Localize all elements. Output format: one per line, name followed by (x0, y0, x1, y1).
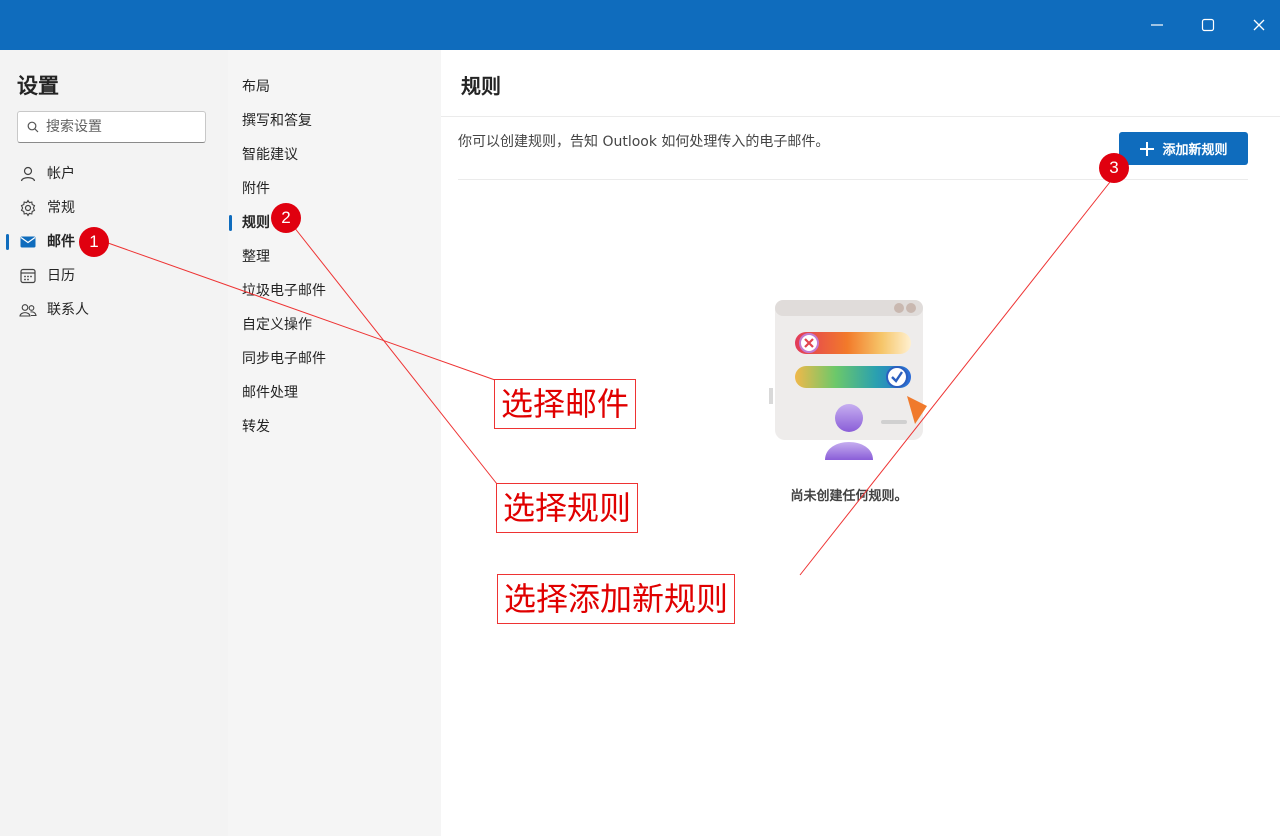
add-new-rule-button[interactable]: 添加新规则 (1119, 132, 1248, 165)
section-label: 规则 (242, 215, 270, 231)
category-account[interactable]: 帐户 (0, 158, 228, 188)
title-bar (0, 0, 1280, 50)
rules-description: 你可以创建规则，告知 Outlook 如何处理传入的电子邮件。 (458, 134, 830, 150)
callout-select-rules: 选择规则 (496, 483, 639, 533)
category-general[interactable]: 常规 (0, 192, 228, 222)
minimize-button[interactable] (1132, 0, 1182, 50)
settings-search-box[interactable] (17, 111, 206, 143)
step-marker-3: 3 (1099, 153, 1129, 183)
callout-select-add-rule: 选择添加新规则 (497, 574, 736, 624)
selection-indicator (229, 215, 232, 231)
page-title: 规则 (461, 74, 501, 98)
category-label: 联系人 (47, 302, 89, 318)
maximize-button[interactable] (1183, 0, 1233, 50)
empty-state-text: 尚未创建任何规则。 (790, 489, 908, 504)
person-icon (20, 166, 36, 182)
content-divider (458, 179, 1248, 180)
section-custom-actions[interactable]: 自定义操作 (228, 310, 441, 338)
section-junk-email[interactable]: 垃圾电子邮件 (228, 276, 441, 304)
section-layout[interactable]: 布局 (228, 72, 441, 100)
minimize-icon (1151, 24, 1163, 26)
settings-search-input[interactable] (46, 116, 196, 138)
category-label: 常规 (47, 200, 75, 216)
rules-panel: 规则 你可以创建规则，告知 Outlook 如何处理传入的电子邮件。 添加新规则… (441, 50, 1280, 836)
gear-icon (20, 199, 36, 217)
category-people[interactable]: 联系人 (0, 294, 228, 324)
step-marker-1: 1 (79, 227, 109, 257)
settings-sidebar: 设置 帐户 常规 邮件 (0, 50, 228, 836)
search-icon (27, 121, 39, 133)
callout-select-mail: 选择邮件 (494, 379, 637, 429)
close-icon (1253, 19, 1265, 31)
section-rules[interactable]: 规则 (228, 208, 441, 236)
section-forwarding[interactable]: 转发 (228, 412, 441, 440)
category-calendar[interactable]: 日历 (0, 260, 228, 290)
close-button[interactable] (1234, 0, 1280, 50)
selection-indicator (6, 234, 9, 250)
section-sweep[interactable]: 整理 (228, 242, 441, 270)
section-sync-email[interactable]: 同步电子邮件 (228, 344, 441, 372)
section-label: 同步电子邮件 (242, 351, 326, 367)
section-message-handling[interactable]: 邮件处理 (228, 378, 441, 406)
section-label: 自定义操作 (242, 317, 312, 333)
section-label: 布局 (242, 79, 270, 95)
header-divider (441, 116, 1280, 117)
section-label: 垃圾电子邮件 (242, 283, 326, 299)
section-label: 智能建议 (242, 147, 298, 163)
section-label: 邮件处理 (242, 385, 298, 401)
category-label: 日历 (47, 268, 75, 284)
section-label: 转发 (242, 419, 270, 435)
plus-icon (1140, 141, 1155, 156)
step-marker-2: 2 (271, 203, 301, 233)
section-label: 附件 (242, 181, 270, 197)
calendar-icon (20, 268, 36, 284)
section-attachments[interactable]: 附件 (228, 174, 441, 202)
people-icon (19, 304, 37, 317)
category-label: 邮件 (47, 234, 75, 250)
category-label: 帐户 (47, 166, 75, 182)
settings-title: 设置 (17, 74, 59, 98)
section-label: 整理 (242, 249, 270, 265)
add-new-rule-label: 添加新规则 (1162, 143, 1228, 158)
section-label: 撰写和答复 (242, 113, 312, 129)
empty-rules-illustration (769, 300, 927, 460)
section-compose-reply[interactable]: 撰写和答复 (228, 106, 441, 134)
mail-icon (20, 236, 36, 248)
maximize-icon (1201, 18, 1215, 32)
category-mail[interactable]: 邮件 (0, 226, 228, 256)
mail-settings-nav: 布局 撰写和答复 智能建议 附件 规则 整理 垃圾电子邮件 自定义操作 同步电子… (228, 50, 441, 836)
section-smart-suggestions[interactable]: 智能建议 (228, 140, 441, 168)
